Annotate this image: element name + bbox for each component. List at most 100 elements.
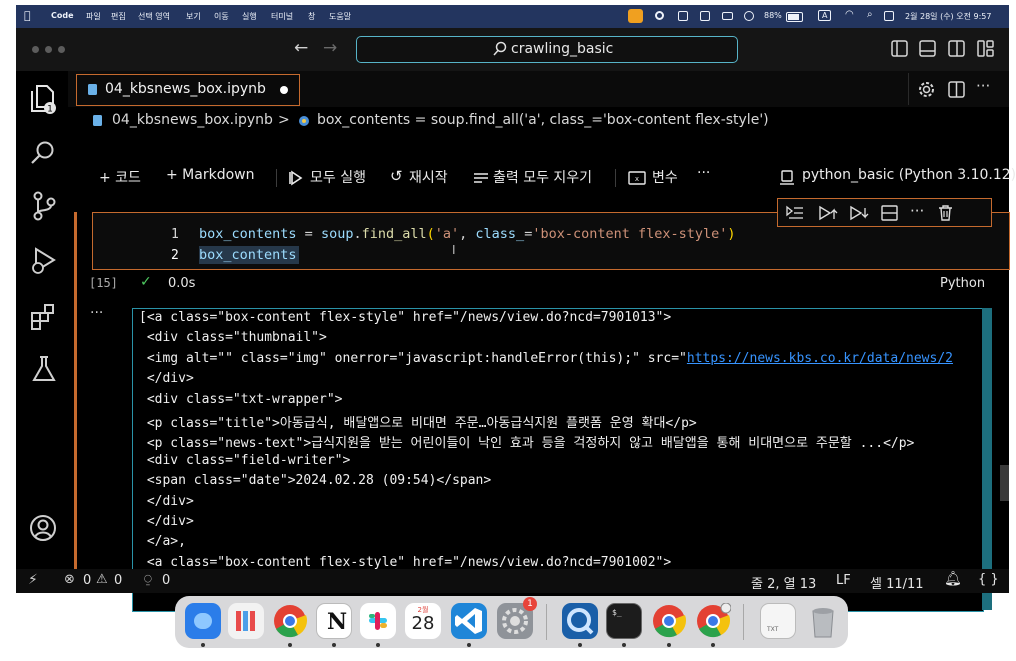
toolbar-more-button[interactable]: ··· xyxy=(697,165,710,181)
cursor-position[interactable]: 줄 2, 열 13 xyxy=(751,573,816,592)
split-cell-icon[interactable] xyxy=(881,205,898,221)
restart-kernel-button[interactable]: 재시작 xyxy=(409,167,448,187)
customize-layout-icon[interactable] xyxy=(977,40,994,57)
add-markdown-cell-button[interactable]: + Markdown xyxy=(166,167,254,183)
menu-terminal[interactable]: 터미널 xyxy=(271,11,293,22)
split-editor-icon[interactable] xyxy=(948,81,965,98)
extensions-icon[interactable] xyxy=(30,303,58,331)
record-icon[interactable] xyxy=(655,11,664,20)
kernel-picker[interactable]: python_basic (Python 3.10.12) xyxy=(802,167,1016,183)
menu-file[interactable]: 파일 xyxy=(86,11,101,22)
chrome-icon[interactable] xyxy=(272,603,308,639)
command-center-search[interactable]: crawling_basic xyxy=(356,36,738,63)
menu-window[interactable]: 창 xyxy=(308,11,315,22)
display-icon[interactable] xyxy=(722,12,733,20)
copilot-icon[interactable]: { } xyxy=(978,572,999,587)
warning-count[interactable]: 0 xyxy=(114,573,122,588)
end-of-line[interactable]: LF xyxy=(836,573,851,588)
toggle-panel-icon[interactable] xyxy=(919,40,936,57)
menu-help[interactable]: 도움말 xyxy=(329,11,351,22)
run-debug-icon[interactable] xyxy=(30,246,58,276)
clear-all-outputs-button[interactable]: 출력 모두 지우기 xyxy=(493,167,592,187)
explorer-icon[interactable]: 1 xyxy=(29,83,57,115)
restart-icon[interactable]: ↺ xyxy=(390,167,403,185)
menu-selection[interactable]: 선택 영역 xyxy=(138,11,170,22)
ports-count[interactable]: 0 xyxy=(162,573,170,588)
testing-flask-icon[interactable] xyxy=(31,355,57,383)
clear-outputs-icon[interactable] xyxy=(473,172,489,185)
source-control-icon[interactable] xyxy=(31,191,57,221)
slack-icon[interactable] xyxy=(360,603,396,639)
unsaved-dot-icon[interactable] xyxy=(280,86,288,94)
variables-button[interactable]: 변수 xyxy=(652,167,678,187)
cell-more-actions-icon[interactable]: ··· xyxy=(910,202,924,220)
menu-go[interactable]: 이동 xyxy=(214,11,229,22)
quicktime-icon[interactable] xyxy=(562,603,598,639)
output-actions-icon[interactable]: ··· xyxy=(90,305,103,321)
play-icon[interactable] xyxy=(744,11,754,21)
chrome-profile-icon[interactable] xyxy=(695,603,731,639)
battery-icon[interactable] xyxy=(786,12,803,22)
errors-icon[interactable]: ⊗ xyxy=(64,572,75,587)
delete-cell-trash-icon[interactable] xyxy=(938,204,953,221)
notebook-settings-gear-icon[interactable] xyxy=(918,81,935,98)
trash-icon[interactable] xyxy=(805,603,841,639)
output-scrollbar[interactable] xyxy=(982,308,992,610)
vscode-icon[interactable] xyxy=(451,603,487,639)
more-actions-icon[interactable]: ··· xyxy=(976,77,990,95)
run-all-button[interactable]: 모두 실행 xyxy=(310,167,366,187)
run-all-icon[interactable] xyxy=(289,170,307,186)
control-center-icon[interactable] xyxy=(884,11,894,21)
menu-run[interactable]: 실행 xyxy=(242,11,257,22)
cell-output[interactable]: [<a class="box-content flex-style" href=… xyxy=(132,308,984,612)
calendar-icon[interactable]: 2월 28 xyxy=(405,603,441,639)
menu-view[interactable]: 보기 xyxy=(186,11,201,22)
finder-icon[interactable] xyxy=(185,603,221,639)
app-menu[interactable]: Code xyxy=(51,11,74,20)
chrome-icon-2[interactable] xyxy=(651,603,687,639)
ports-icon[interactable]: ⍜ xyxy=(144,572,152,587)
add-code-cell-button[interactable]: + 코드 xyxy=(99,167,141,187)
code-line-2[interactable]: box_contents xyxy=(199,247,297,263)
image-link[interactable]: https://news.kbs.co.kr/data/news/2 xyxy=(687,351,953,366)
remote-indicator-icon[interactable]: ⚡ xyxy=(28,572,38,588)
toggle-primary-sidebar-icon[interactable] xyxy=(891,40,908,57)
system-settings-icon[interactable]: 1 xyxy=(497,597,537,639)
run-by-line-icon[interactable] xyxy=(786,205,804,220)
forward-arrow-icon[interactable]: → xyxy=(323,38,337,58)
screen-icon[interactable] xyxy=(678,11,688,21)
apple-icon[interactable]:  xyxy=(24,9,31,22)
tab-04-kbsnews-box[interactable]: 04_kbsnews_box.ipynb xyxy=(76,74,300,106)
window-close-button[interactable] xyxy=(32,46,39,53)
search-view-icon[interactable] xyxy=(30,140,56,166)
launchpad-icon[interactable] xyxy=(228,603,264,639)
wifi-icon[interactable]: ◠ xyxy=(845,9,854,20)
toggle-secondary-sidebar-icon[interactable] xyxy=(948,40,965,57)
mic-indicator-icon[interactable] xyxy=(628,9,643,23)
window-minimize-button[interactable] xyxy=(45,46,52,53)
editor-scrollbar-thumb[interactable] xyxy=(1000,465,1009,501)
spotlight-icon[interactable]: ⌕ xyxy=(867,9,873,20)
input-source-indicator[interactable]: A xyxy=(818,10,832,21)
back-arrow-icon[interactable]: ← xyxy=(294,38,308,58)
cell-language-picker[interactable]: Python xyxy=(940,276,985,291)
line-number: 1 xyxy=(171,227,179,242)
clock[interactable]: 2월 28일 (수) 오전 9:57 xyxy=(905,11,991,22)
text-document-icon[interactable]: TXT xyxy=(760,603,796,639)
window-zoom-button[interactable] xyxy=(58,46,65,53)
breadcrumb-symbol[interactable]: box_contents = soup.find_all('a', class_… xyxy=(317,112,769,128)
notifications-bell-icon[interactable]: 🔔︎ xyxy=(944,571,962,587)
error-count[interactable]: 0 xyxy=(83,573,91,588)
code-line-1[interactable]: box_contents = soup.find_all('a', class_… xyxy=(199,226,736,242)
execute-above-icon[interactable] xyxy=(818,205,838,221)
account-icon[interactable] xyxy=(29,514,57,542)
variables-icon[interactable]: x xyxy=(628,171,646,185)
menu-edit[interactable]: 편집 xyxy=(111,11,126,22)
notion-icon[interactable]: N xyxy=(316,603,352,639)
terminal-icon[interactable]: $_ xyxy=(606,603,642,639)
cell-index[interactable]: 셀 11/11 xyxy=(870,573,924,592)
warnings-icon[interactable]: ⚠ xyxy=(96,572,108,587)
execute-below-icon[interactable] xyxy=(849,205,869,221)
breadcrumb-file[interactable]: 04_kbsnews_box.ipynb xyxy=(112,112,273,128)
notion-menu-icon[interactable] xyxy=(700,11,710,21)
